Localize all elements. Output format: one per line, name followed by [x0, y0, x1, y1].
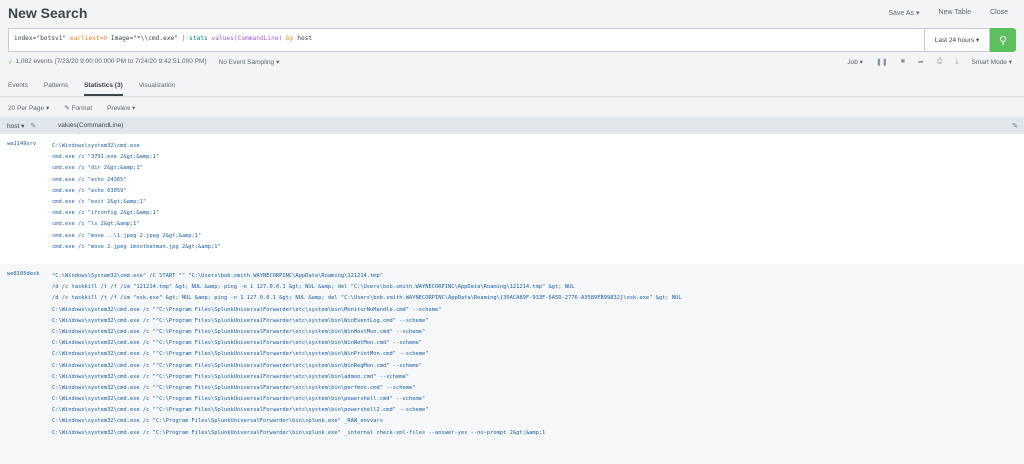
share-icon[interactable]: ➦ [918, 58, 924, 66]
search-button[interactable]: ⚲ [990, 28, 1016, 52]
command-line-value[interactable]: "C:\Windows\System32\cmd.exe" /C START "… [52, 271, 1024, 282]
search-mode-dropdown[interactable]: Smart Mode ▾ [972, 58, 1012, 66]
check-icon: ✓ [8, 58, 14, 66]
search-input[interactable]: index="botsv1" earliest=0 Image="*\\cmd.… [8, 28, 924, 52]
command-line-value[interactable]: cmd.exe /c "dir 2&gt;&amp;1" [52, 163, 1024, 174]
event-count: 1,082 events (7/23/20 9:00:00.000 PM to … [15, 58, 207, 65]
time-range-picker[interactable]: Last 24 hours ▾ [924, 28, 990, 52]
search-icon: ⚲ [998, 34, 1008, 47]
close-button[interactable]: Close [990, 9, 1008, 17]
command-line-value[interactable]: C:\Windows\system32\cmd.exe /c ""C:\Prog… [52, 316, 1024, 327]
command-line-value[interactable]: C:\Windows\system32\cmd.exe /c ""C:\Prog… [52, 383, 1024, 394]
tab-events[interactable]: Events [8, 82, 28, 96]
column-header-host[interactable]: host ▾ ✎ [0, 122, 52, 130]
command-line-value[interactable]: /d /c taskkill /t /f /im "121214.tmp" &g… [52, 282, 1024, 293]
query-command: stats [189, 35, 208, 42]
table-row: we1149srv C:\Windows\system32\cmd.exe cm… [0, 134, 1024, 264]
command-line-value[interactable]: C:\Windows\system32\cmd.exe /c "C:\Progr… [52, 416, 1024, 427]
per-page-dropdown[interactable]: 20 Per Page ▾ [8, 104, 49, 112]
results-toolbar: 20 Per Page ▾ ✎ Format Preview ▾ [0, 97, 1024, 119]
title-bar: New Search Save As ▾ New Table Close [0, 0, 1024, 26]
tab-patterns[interactable]: Patterns [44, 82, 68, 96]
command-line-value[interactable]: C:\Windows\system32\cmd.exe /c ""C:\Prog… [52, 405, 1024, 416]
job-menu[interactable]: Job ▾ [847, 58, 863, 66]
query-earliest: earliest=0 [69, 35, 108, 42]
command-line-value[interactable]: C:\Windows\system32\cmd.exe /c ""C:\Prog… [52, 394, 1024, 405]
command-line-value[interactable]: cmd.exe /c "move ..\1.jpeg 2.jpeg 2&gt;&… [52, 231, 1024, 242]
print-icon[interactable]: ⎙ [937, 58, 943, 66]
query-index: index="botsv1" [14, 35, 67, 42]
result-tabs: Events Patterns Statistics (3) Visualiza… [0, 71, 1024, 97]
search-bar: index="botsv1" earliest=0 Image="*\\cmd.… [0, 28, 1024, 52]
command-line-value[interactable]: cmd.exe /c "ifconfig 2&gt;&amp;1" [52, 208, 1024, 219]
job-tools: Job ▾ ❚❚ ■ ➦ ⎙ ⤓ Smart Mode ▾ [847, 58, 1016, 66]
command-line-value[interactable]: C:\Windows\system32\cmd.exe /c ""C:\Prog… [52, 338, 1024, 349]
pause-icon[interactable]: ❚❚ [876, 58, 888, 66]
save-as-button[interactable]: Save As ▾ [888, 9, 919, 17]
tab-visualization[interactable]: Visualization [139, 82, 175, 96]
command-line-value[interactable]: cmd.exe /c "ls 2&gt;&amp;1" [52, 219, 1024, 230]
host-cell[interactable]: we1149srv [0, 141, 52, 264]
export-icon[interactable]: ⤓ [955, 58, 958, 66]
tab-statistics[interactable]: Statistics (3) [84, 82, 123, 96]
table-header: host ▾ ✎ values(CommandLine) ✎ [0, 117, 1024, 134]
command-line-value[interactable]: cmd.exe /c "3791.exe 2&gt;&amp;1" [52, 152, 1024, 163]
query-pipe: | [181, 35, 186, 42]
table-row: we8105desk "C:\Windows\System32\cmd.exe"… [0, 264, 1024, 464]
command-line-value[interactable]: C:\Windows\system32\cmd.exe [52, 141, 1024, 152]
event-sampling-dropdown[interactable]: No Event Sampling ▾ [219, 58, 280, 66]
command-line-value[interactable]: cmd.exe /c "echo 63059" [52, 186, 1024, 197]
command-line-value[interactable]: C:\Windows\system32\cmd.exe /c ""C:\Prog… [52, 305, 1024, 316]
command-line-value[interactable]: C:\Windows\system32\cmd.exe /c "C:\Progr… [52, 428, 1024, 439]
values-cell: "C:\Windows\System32\cmd.exe" /C START "… [52, 271, 1024, 464]
command-line-value[interactable]: cmd.exe /c "move 2.jpeg imnotbatman.jpg … [52, 242, 1024, 253]
values-cell: C:\Windows\system32\cmd.exe cmd.exe /c "… [52, 141, 1024, 264]
pencil-icon[interactable]: ✎ [30, 122, 36, 130]
query-image: Image="*\\cmd.exe" [110, 35, 178, 42]
command-line-value[interactable]: cmd.exe /c "echo 24365" [52, 175, 1024, 186]
command-line-value[interactable]: /d /c taskkill /t /f /im "osk.exe" &gt; … [52, 293, 1024, 304]
command-line-value[interactable]: cmd.exe /c "exit 2&gt;&amp;1" [52, 197, 1024, 208]
host-cell[interactable]: we8105desk [0, 271, 52, 464]
status-row: ✓ 1,082 events (7/23/20 9:00:00.000 PM t… [0, 52, 1024, 71]
command-line-value[interactable]: C:\Windows\system32\cmd.exe /c ""C:\Prog… [52, 372, 1024, 383]
preview-dropdown[interactable]: Preview ▾ [107, 104, 135, 112]
format-button[interactable]: ✎ Format [64, 104, 92, 112]
command-line-value[interactable]: C:\Windows\system32\cmd.exe /c ""C:\Prog… [52, 327, 1024, 338]
results-table: host ▾ ✎ values(CommandLine) ✎ we1149srv… [0, 117, 1024, 464]
query-by: by [286, 35, 294, 42]
pencil-icon[interactable]: ✎ [1012, 122, 1018, 130]
query-function: values(CommandLine) [211, 35, 283, 42]
title-actions: Save As ▾ New Table Close [888, 9, 1008, 17]
new-table-button[interactable]: New Table [939, 9, 972, 17]
query-host: host [297, 35, 313, 42]
command-line-value[interactable]: C:\Windows\system32\cmd.exe /c ""C:\Prog… [52, 349, 1024, 360]
page-title: New Search [8, 5, 88, 21]
column-header-values[interactable]: values(CommandLine) [52, 122, 123, 129]
command-line-value[interactable]: C:\Windows\system32\cmd.exe /c ""C:\Prog… [52, 361, 1024, 372]
stop-icon[interactable]: ■ [901, 58, 905, 65]
